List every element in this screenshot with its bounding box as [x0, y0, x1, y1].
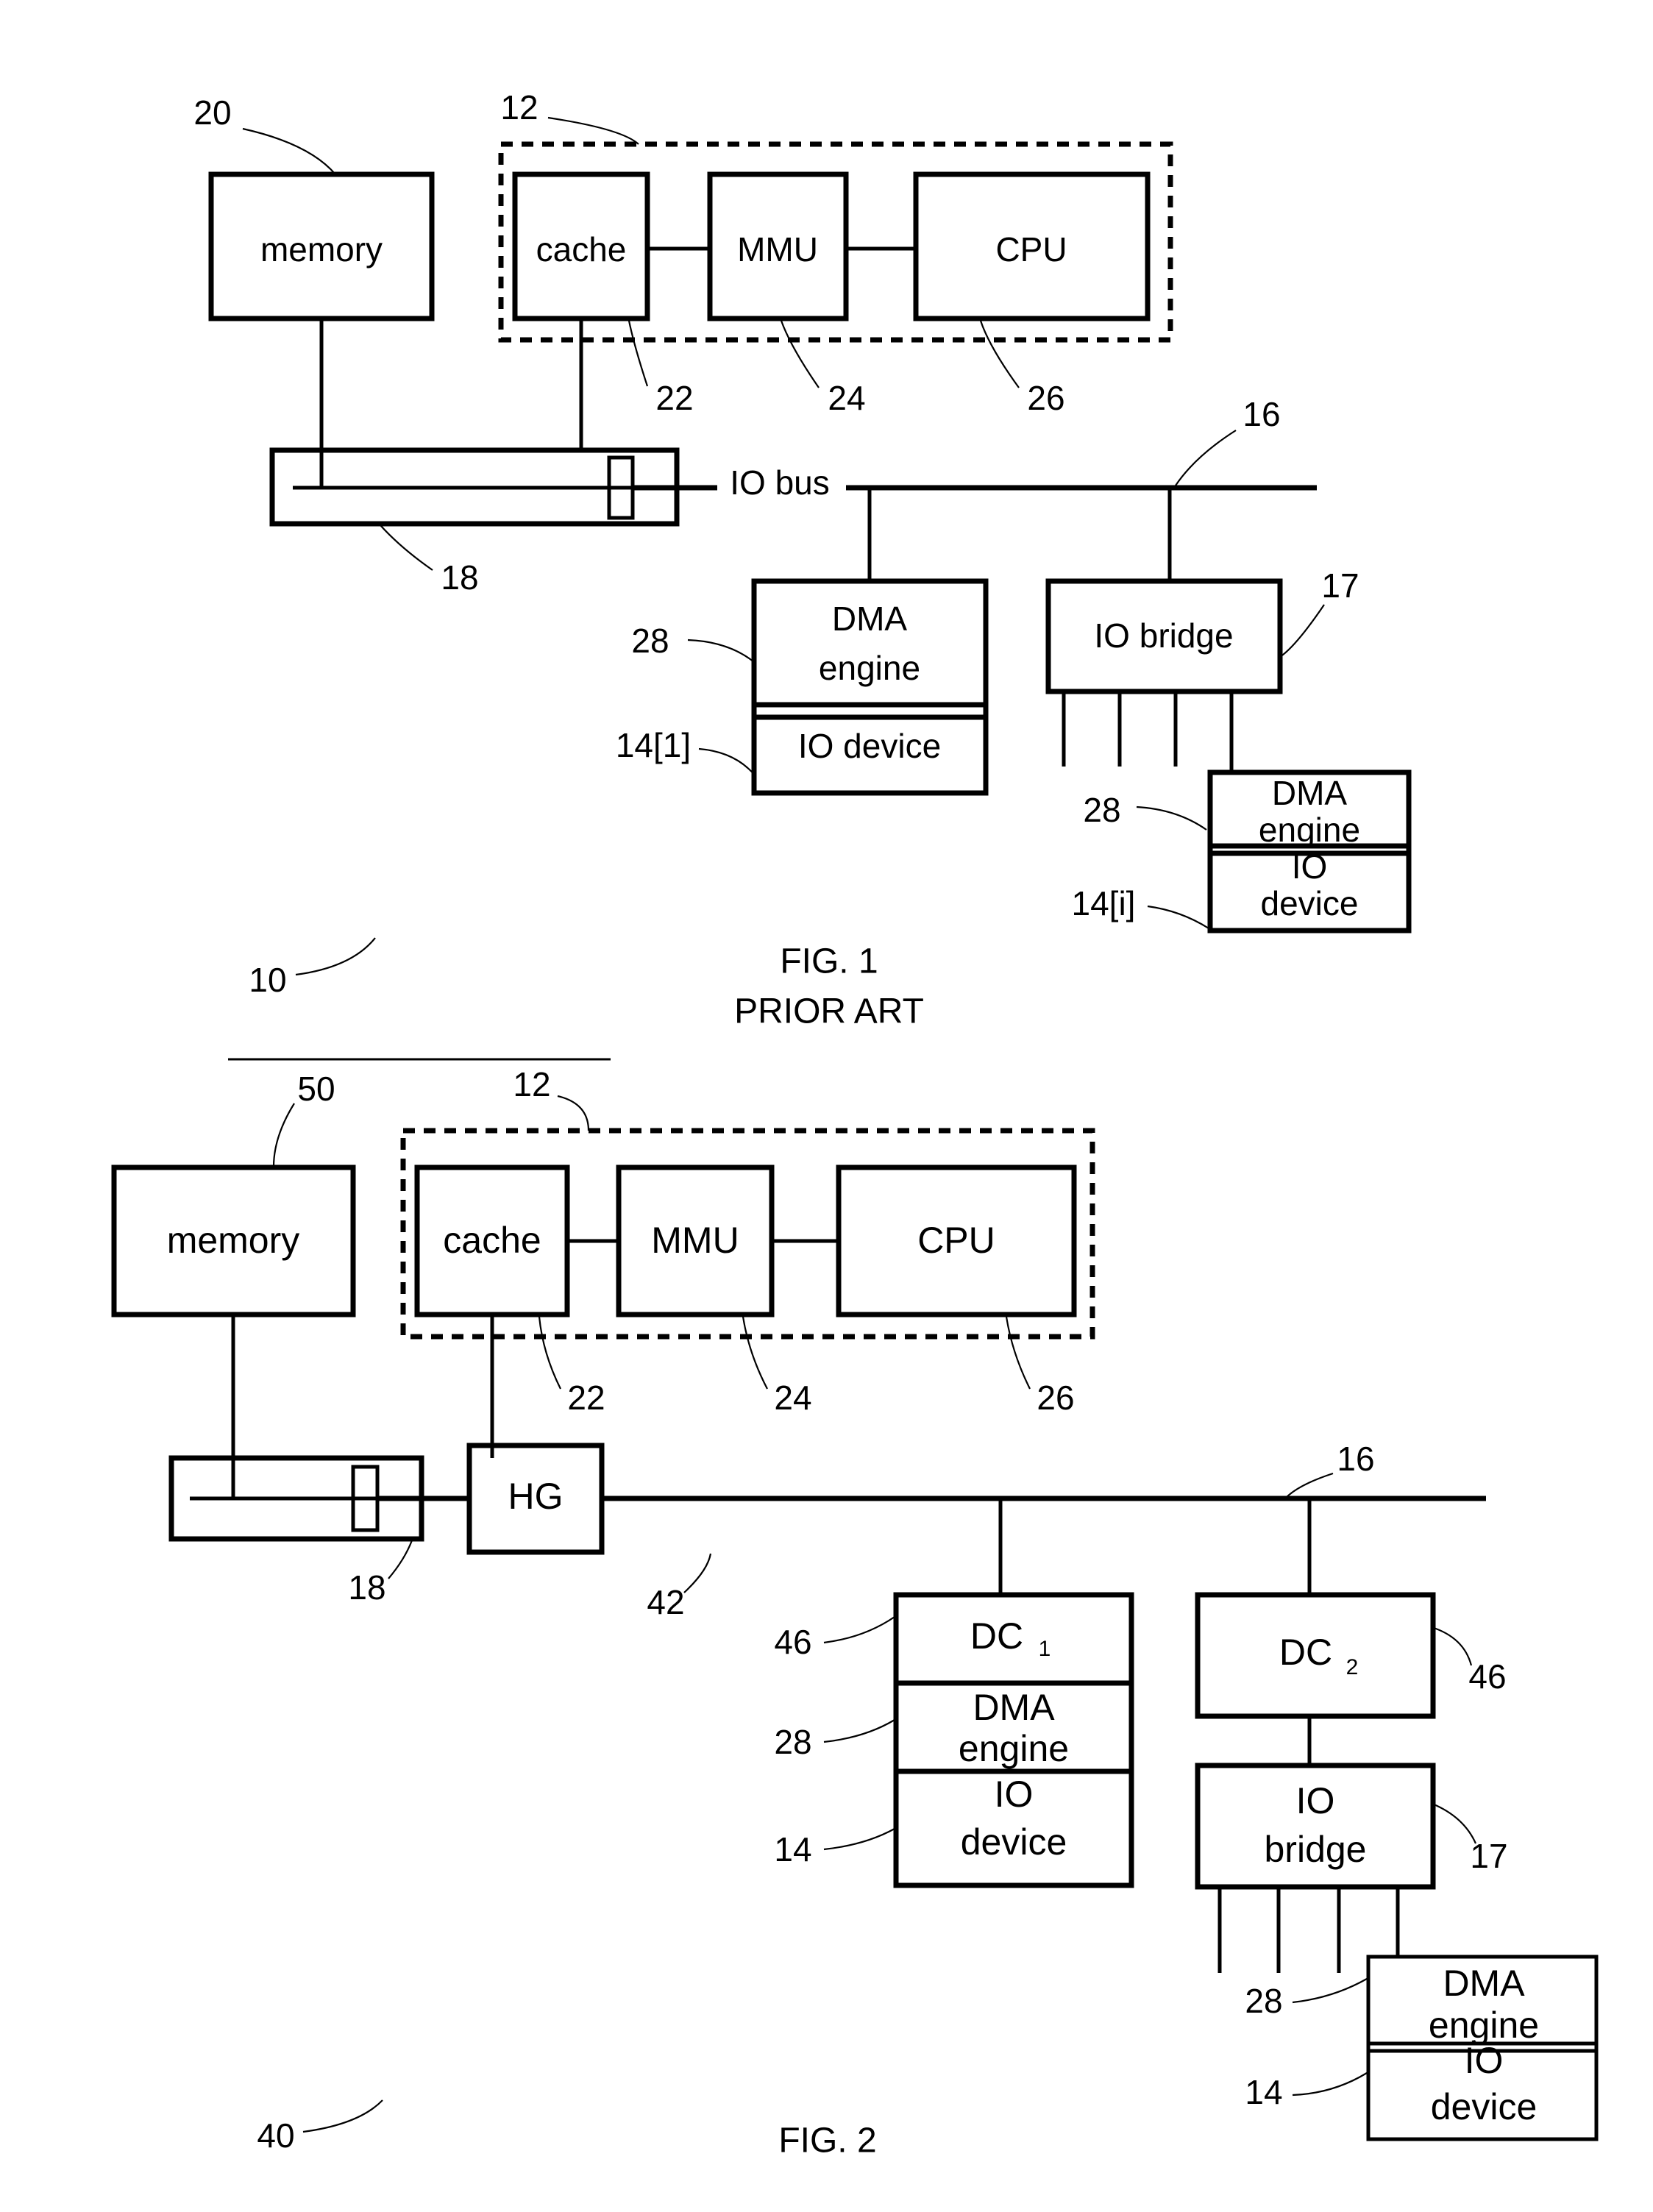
ref-18-fig2: 18	[348, 1568, 385, 1607]
figure-1-prior-art: PRIOR ART	[734, 992, 924, 1031]
dc2-subscript: 2	[1346, 1655, 1359, 1679]
ref-17-fig1: 17	[1321, 566, 1359, 605]
ref-24-fig2: 24	[774, 1379, 811, 1417]
ref-20: 20	[193, 93, 231, 132]
cache-label: cache	[536, 230, 627, 269]
sheet-background	[0, 0, 1653, 2212]
ref-26-fig2: 26	[1037, 1379, 1074, 1417]
io-device-label-dc1-line1: IO	[995, 1774, 1034, 1815]
ref-26-fig1: 26	[1027, 379, 1064, 417]
ref-24-fig1: 24	[828, 379, 865, 417]
mmu-label-2: MMU	[651, 1220, 739, 1261]
io-device-label-bottom-line1: IO	[1465, 2040, 1504, 2081]
ref-28-bottom: 28	[1245, 1982, 1282, 2020]
dc1-label: DC	[970, 1615, 1023, 1657]
io-device-label-i-line2: device	[1261, 884, 1359, 922]
io-device-label-dc1-line2: device	[961, 1821, 1067, 1863]
memory-label: memory	[260, 230, 383, 269]
cache-label-2: cache	[443, 1220, 541, 1261]
ref-28-i-fig1: 28	[1083, 791, 1120, 829]
ref-12-fig1: 12	[500, 88, 538, 127]
figure-2-caption: FIG. 2	[778, 2122, 876, 2161]
ref-50: 50	[297, 1070, 335, 1108]
dma-engine-label-1-line1: DMA	[832, 600, 908, 638]
ref-46-dc2: 46	[1468, 1657, 1506, 1696]
ref-46-dc1: 46	[774, 1623, 811, 1661]
cpu-label-2: CPU	[917, 1220, 995, 1261]
ref-10-system: 10	[249, 961, 286, 999]
ref-28-fig1: 28	[631, 622, 669, 660]
io-bridge-label-2-line2: bridge	[1265, 1829, 1367, 1870]
dc1-subscript: 1	[1039, 1637, 1051, 1661]
io-device-label-1: IO device	[798, 727, 941, 765]
io-device-label-i-line1: IO	[1292, 847, 1328, 886]
ref-14-1-fig1: 14[1]	[616, 726, 691, 764]
ref-18-fig1: 18	[441, 558, 478, 597]
dma-engine-label-dc1-line1: DMA	[973, 1687, 1055, 1728]
hg-label: HG	[508, 1476, 564, 1517]
ref-28-dc1: 28	[774, 1723, 811, 1761]
dma-engine-label-dc1-line2: engine	[959, 1728, 1069, 1769]
dc2-label: DC	[1279, 1632, 1332, 1673]
io-bridge-label: IO bridge	[1094, 616, 1233, 655]
io-bridge-label-2-line1: IO	[1296, 1780, 1335, 1821]
patent-drawing-sheet: memory cache MMU CPU IO bus DMA engine I…	[0, 0, 1653, 2212]
dma-engine-label-bottom-line1: DMA	[1443, 1963, 1525, 2004]
io-bus-label: IO bus	[730, 463, 830, 502]
dma-engine-label-1-line2: engine	[819, 649, 920, 687]
ref-14-i-fig1: 14[i]	[1072, 884, 1136, 922]
ref-42: 42	[647, 1583, 684, 1621]
ref-14-dc1: 14	[774, 1830, 811, 1868]
ref-16-fig1: 16	[1243, 395, 1280, 433]
memory-label-2: memory	[167, 1220, 300, 1261]
cpu-label: CPU	[995, 230, 1067, 269]
drawing-canvas: memory cache MMU CPU IO bus DMA engine I…	[0, 0, 1653, 2212]
dma-engine-label-i-line1: DMA	[1272, 774, 1348, 812]
mmu-label: MMU	[737, 230, 818, 269]
ref-22-fig2: 22	[567, 1379, 605, 1417]
dma-engine-label-i-line2: engine	[1259, 811, 1360, 849]
ref-16-fig2: 16	[1337, 1440, 1374, 1478]
io-device-label-bottom-line2: device	[1431, 2086, 1538, 2127]
figure-1-caption: FIG. 1	[780, 942, 878, 981]
ref-40-system: 40	[257, 2116, 294, 2155]
ref-14-bottom: 14	[1245, 2073, 1282, 2111]
ref-12-fig2: 12	[513, 1065, 550, 1103]
ref-22-fig1: 22	[655, 379, 693, 417]
